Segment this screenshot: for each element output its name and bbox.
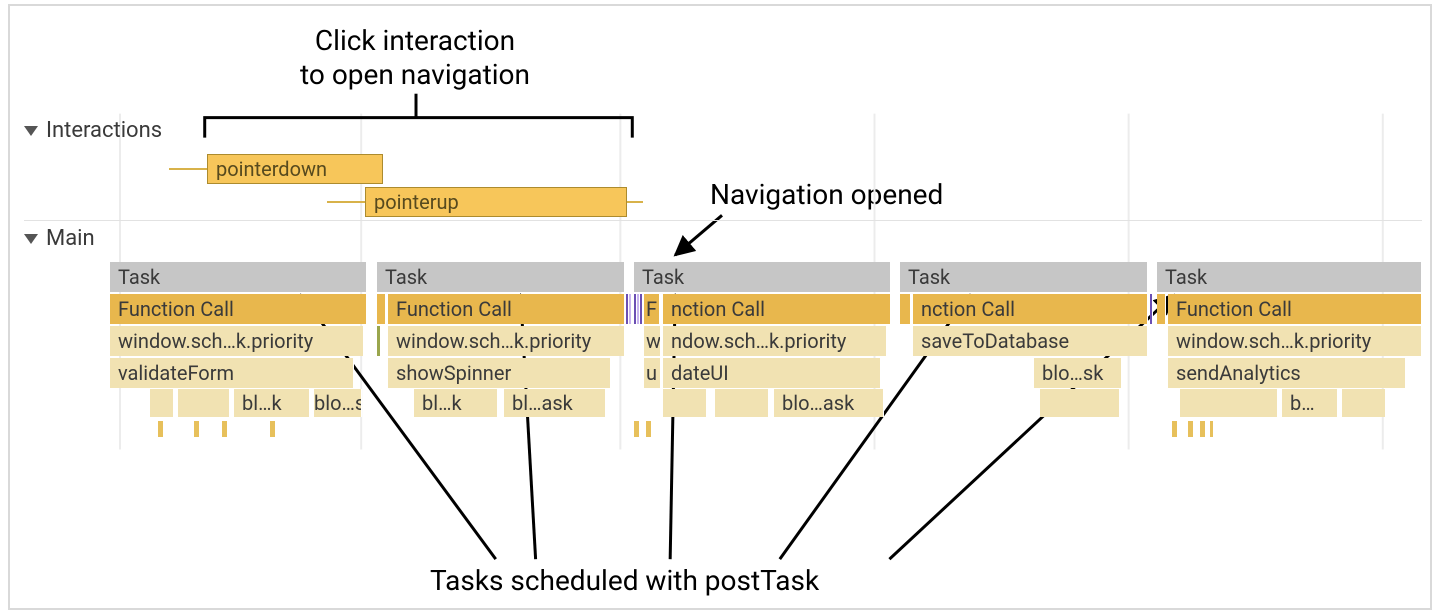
annotation-click-interaction: Click interaction to open navigation <box>260 24 570 91</box>
cap-j[interactable] <box>1210 421 1214 437</box>
validate-form[interactable]: validateForm <box>110 358 354 388</box>
cap-h[interactable] <box>1188 421 1194 437</box>
cap-f[interactable] <box>646 421 652 437</box>
sub-2b[interactable]: bl…ask <box>504 389 606 417</box>
annotation-tasks-scheduled: Tasks scheduled with postTask <box>430 564 819 598</box>
fc-4[interactable]: nction Call <box>913 294 1148 324</box>
update-ui-a[interactable]: u <box>644 358 661 388</box>
cap-c[interactable] <box>222 421 228 437</box>
sub-4a[interactable] <box>1040 389 1120 417</box>
pointerdown-tail-left <box>169 168 207 170</box>
cap-a[interactable] <box>158 421 164 437</box>
sub-5a[interactable] <box>1180 389 1278 417</box>
section-label: Main <box>46 226 95 251</box>
fc-2[interactable]: Function Call <box>388 294 625 324</box>
cap-b[interactable] <box>194 421 200 437</box>
disclosure-icon[interactable] <box>24 126 38 136</box>
sub-1b[interactable] <box>178 389 230 417</box>
interaction-pointerup[interactable]: pointerup <box>365 187 627 217</box>
sched-1[interactable]: window.sch…k.priority <box>110 326 364 356</box>
sub-1a[interactable] <box>150 389 174 417</box>
cap-i[interactable] <box>1200 421 1206 437</box>
pointerup-tail-left <box>327 201 365 203</box>
blosk-4[interactable]: blo…sk <box>1034 358 1122 388</box>
task-2[interactable]: Task <box>377 262 625 292</box>
flame-row-task: Task Task Task Task Task <box>110 262 1422 293</box>
sched-3[interactable]: ndow.sch…k.priority <box>663 326 887 356</box>
devtools-flame-chart: Click interaction to open navigation Nav… <box>8 4 1432 610</box>
task-4[interactable]: Task <box>900 262 1148 292</box>
sliver-purple-3[interactable] <box>640 294 643 324</box>
section-header-main[interactable]: Main <box>24 226 95 251</box>
flame-row-functions: validateForm showSpinner u dateUI blo…sk… <box>110 358 1422 389</box>
section-label: Interactions <box>46 118 162 143</box>
flame-row-scheduler: window.sch…k.priority window.sch…k.prior… <box>110 326 1422 357</box>
sub-5b[interactable]: b… <box>1282 389 1338 417</box>
sub-2a[interactable]: bl…k <box>414 389 498 417</box>
divider <box>24 220 1422 221</box>
fc-5[interactable]: Function Call <box>1168 294 1422 324</box>
annotation-line-1: Click interaction <box>260 24 570 58</box>
sub-3a[interactable] <box>663 389 707 417</box>
pointerup-tail-right <box>627 201 643 203</box>
cap-g[interactable] <box>1172 421 1178 437</box>
cap-d[interactable] <box>270 421 276 437</box>
sched-5[interactable]: window.sch…k.priority <box>1168 326 1422 356</box>
sliver-g1[interactable] <box>377 326 381 356</box>
fc-2a[interactable] <box>377 294 386 324</box>
sub-3c[interactable]: blo…ask <box>774 389 884 417</box>
flame-row-blocking: bl…k blo…sk bl…k bl…ask blo…ask b… <box>110 389 1422 420</box>
sub-1d[interactable]: blo…sk <box>314 389 362 417</box>
annotation-navigation-opened: Navigation opened <box>710 178 943 212</box>
sub-3b[interactable] <box>715 389 769 417</box>
section-header-interactions[interactable]: Interactions <box>24 118 162 143</box>
update-ui[interactable]: dateUI <box>663 358 881 388</box>
interaction-pointerdown[interactable]: pointerdown <box>207 154 383 184</box>
send-analytics[interactable]: sendAnalytics <box>1168 358 1406 388</box>
sub-1c[interactable]: bl…k <box>234 389 310 417</box>
sliver-purple-lt[interactable] <box>629 294 632 324</box>
cap-e[interactable] <box>634 421 640 437</box>
sched-2[interactable]: window.sch…k.priority <box>388 326 625 356</box>
show-spinner[interactable]: showSpinner <box>388 358 611 388</box>
task-3[interactable]: Task <box>634 262 891 292</box>
flame-row-function-call: Function Call Function Call F nction Cal… <box>110 294 1422 325</box>
fc-1[interactable]: Function Call <box>110 294 367 324</box>
save-db[interactable]: saveToDatabase <box>913 326 1148 356</box>
fc-4a[interactable] <box>900 294 911 324</box>
annotation-line-2: to open navigation <box>260 58 570 92</box>
sliver-purple-4[interactable] <box>1150 294 1153 324</box>
fc-3a[interactable]: F <box>644 294 660 324</box>
task-1[interactable]: Task <box>110 262 367 292</box>
fc-5a[interactable] <box>1157 294 1166 324</box>
flame-row-caps <box>110 421 1422 452</box>
task-5[interactable]: Task <box>1157 262 1422 292</box>
disclosure-icon[interactable] <box>24 234 38 244</box>
sub-5c[interactable] <box>1342 389 1386 417</box>
sched-3a[interactable]: w <box>644 326 661 356</box>
fc-3[interactable]: nction Call <box>663 294 891 324</box>
